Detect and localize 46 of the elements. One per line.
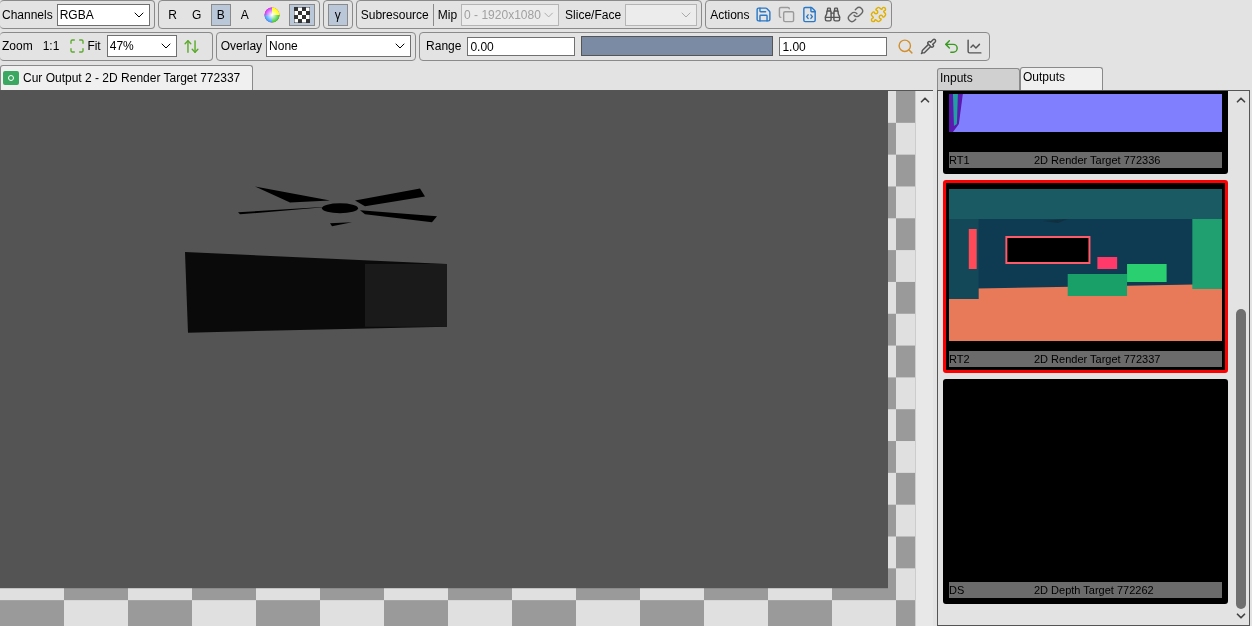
file-code-icon[interactable] bbox=[801, 6, 819, 23]
fit-icon bbox=[69, 38, 86, 54]
overlay-dropdown[interactable]: None bbox=[266, 35, 412, 57]
output-thumbnail[interactable]: RT1 2D Render Target 772336 bbox=[943, 91, 1228, 174]
actions-label: Actions bbox=[710, 6, 750, 24]
panel-tab[interactable]: Outputs bbox=[1020, 67, 1103, 90]
fit-button[interactable]: Fit bbox=[69, 37, 101, 55]
thumbnail-name: RT1 bbox=[949, 152, 971, 168]
range-min-field[interactable]: 0.00 bbox=[467, 36, 576, 56]
thumbnail-name: DS bbox=[949, 582, 966, 598]
binoculars-icon[interactable] bbox=[824, 6, 842, 23]
output-thumbnail[interactable]: RT2 2D Render Target 772337 bbox=[943, 180, 1228, 373]
channel-toggle[interactable]: G bbox=[186, 3, 207, 26]
search-icon[interactable] bbox=[897, 37, 915, 55]
panel-tab[interactable]: Inputs bbox=[937, 68, 1020, 90]
channel-toggle[interactable]: A bbox=[234, 3, 255, 26]
thumbnail-title: 2D Depth Target 772262 bbox=[1034, 582, 1154, 598]
checkerboard-toggle[interactable] bbox=[288, 3, 315, 26]
zoom-dropdown[interactable]: 47% bbox=[106, 35, 177, 57]
mip-label: Mip bbox=[437, 6, 458, 24]
thumbnail-name: RT2 bbox=[949, 351, 971, 367]
link-icon[interactable] bbox=[847, 6, 865, 23]
undo-icon[interactable] bbox=[943, 37, 961, 55]
channels-label: Channels bbox=[2, 6, 53, 24]
channel-toggle[interactable]: B bbox=[210, 3, 231, 26]
chart-icon[interactable] bbox=[966, 37, 984, 55]
viewer-tab-icon bbox=[3, 71, 19, 85]
channel-toggle[interactable]: R bbox=[162, 3, 183, 26]
pipette-icon[interactable] bbox=[920, 37, 938, 55]
output-thumbnail[interactable]: DS 2D Depth Target 772262 bbox=[943, 379, 1228, 604]
range-max-field[interactable]: 1.00 bbox=[779, 36, 888, 56]
checkerboard-icon bbox=[293, 6, 310, 23]
range-label: Range bbox=[426, 38, 462, 55]
subresource-label: Subresource bbox=[360, 6, 429, 24]
slice-face-label: Slice/Face bbox=[565, 6, 622, 24]
viewer-tab[interactable]: Cur Output 2 - 2D Render Target 772337 bbox=[0, 65, 254, 90]
zoom-label: Zoom bbox=[2, 38, 33, 55]
channels-dropdown[interactable]: RGBA bbox=[56, 3, 150, 26]
overlay-label: Overlay bbox=[220, 38, 263, 55]
copy-icon[interactable] bbox=[778, 6, 796, 23]
thumbnail-title: 2D Render Target 772337 bbox=[1034, 351, 1161, 367]
save-icon[interactable] bbox=[755, 6, 773, 23]
thumbnail-title: 2D Render Target 772336 bbox=[1034, 152, 1161, 168]
gamma-toggle[interactable]: γ bbox=[327, 3, 348, 26]
color-wheel-icon bbox=[263, 6, 280, 23]
one-to-one-button[interactable]: 1:1 bbox=[38, 37, 64, 55]
